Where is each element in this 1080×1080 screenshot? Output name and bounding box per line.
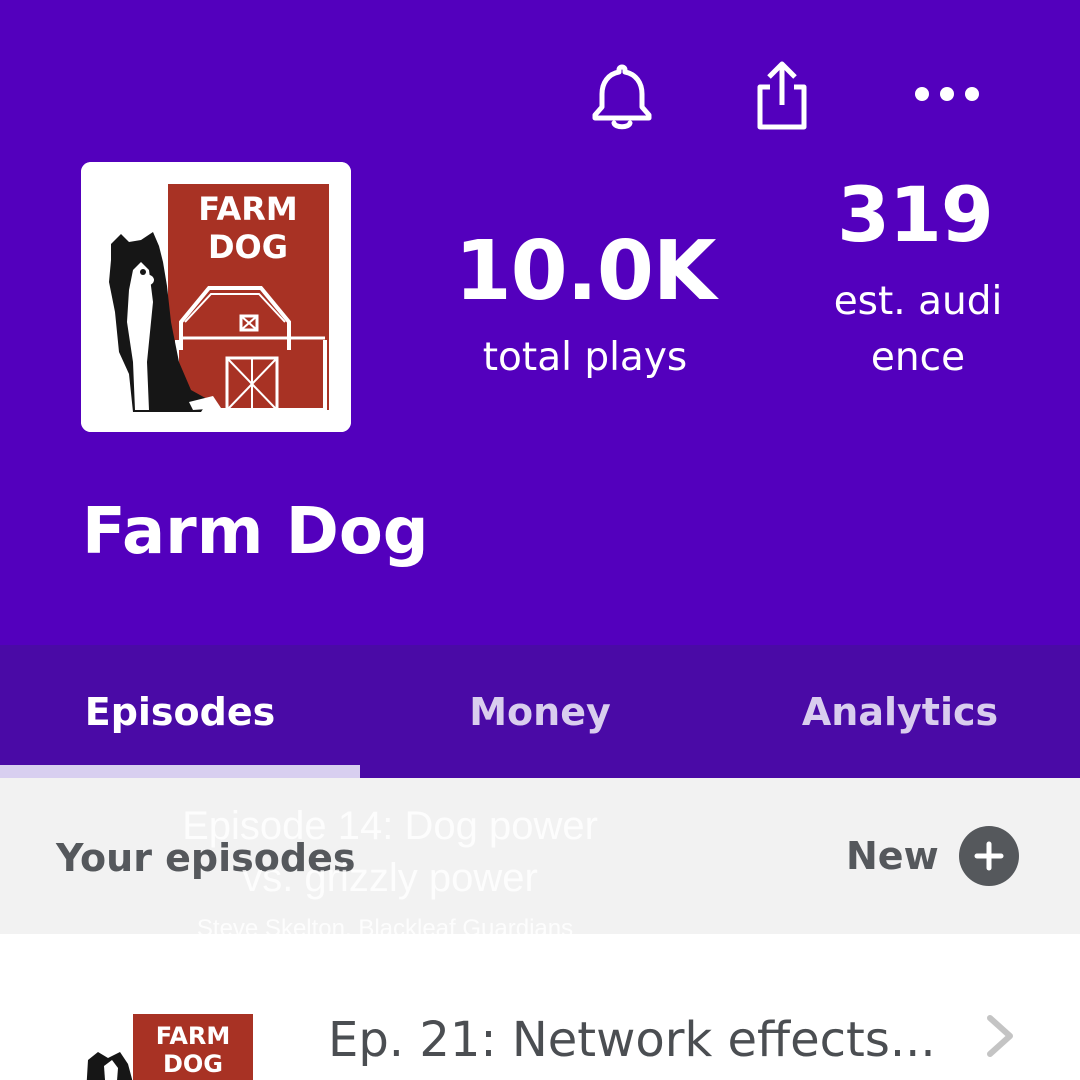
cover-title-line1: FARM: [198, 190, 297, 228]
tab-money[interactable]: Money: [360, 645, 720, 778]
bell-icon[interactable]: [586, 58, 658, 134]
thumb-title-line2: DOG: [163, 1050, 223, 1078]
more-icon[interactable]: [906, 74, 988, 114]
total-plays-value: 10.0K: [454, 224, 717, 319]
chevron-right-icon: [987, 1015, 1013, 1057]
plus-icon: [958, 826, 1019, 886]
new-episode-label: New: [846, 834, 939, 878]
total-plays-label: total plays: [482, 335, 688, 380]
new-episode-button[interactable]: New: [846, 824, 1019, 888]
thumb-title-line1: FARM: [156, 1022, 231, 1050]
tab-analytics[interactable]: Analytics: [720, 645, 1080, 778]
podcast-dashboard-screen: FARM DOG 10.0K total plays 319 est. audi…: [0, 0, 1080, 1080]
podcast-header: FARM DOG 10.0K total plays 319 est. audi…: [0, 0, 1080, 645]
cover-title-line2: DOG: [208, 228, 288, 266]
episode-list-item[interactable]: FARM DOG Ep. 21: Network effects...: [0, 934, 1080, 1080]
episode-thumbnail: FARM DOG: [86, 1014, 256, 1080]
tab-episodes[interactable]: Episodes: [0, 645, 360, 778]
overlay-episode-title: Episode 14: Dog power vs. grizzly power: [182, 804, 598, 900]
audience-label: est. audience: [833, 279, 1003, 380]
share-icon[interactable]: [746, 56, 818, 134]
podcast-cover-art: FARM DOG: [81, 162, 351, 432]
tab-bar: Episodes Money Analytics: [0, 645, 1080, 778]
active-tab-indicator: [0, 765, 360, 778]
podcast-title: Farm Dog: [82, 495, 429, 569]
episode-title: Ep. 21: Network effects...: [328, 1012, 936, 1068]
audience-value: 319: [837, 170, 994, 259]
